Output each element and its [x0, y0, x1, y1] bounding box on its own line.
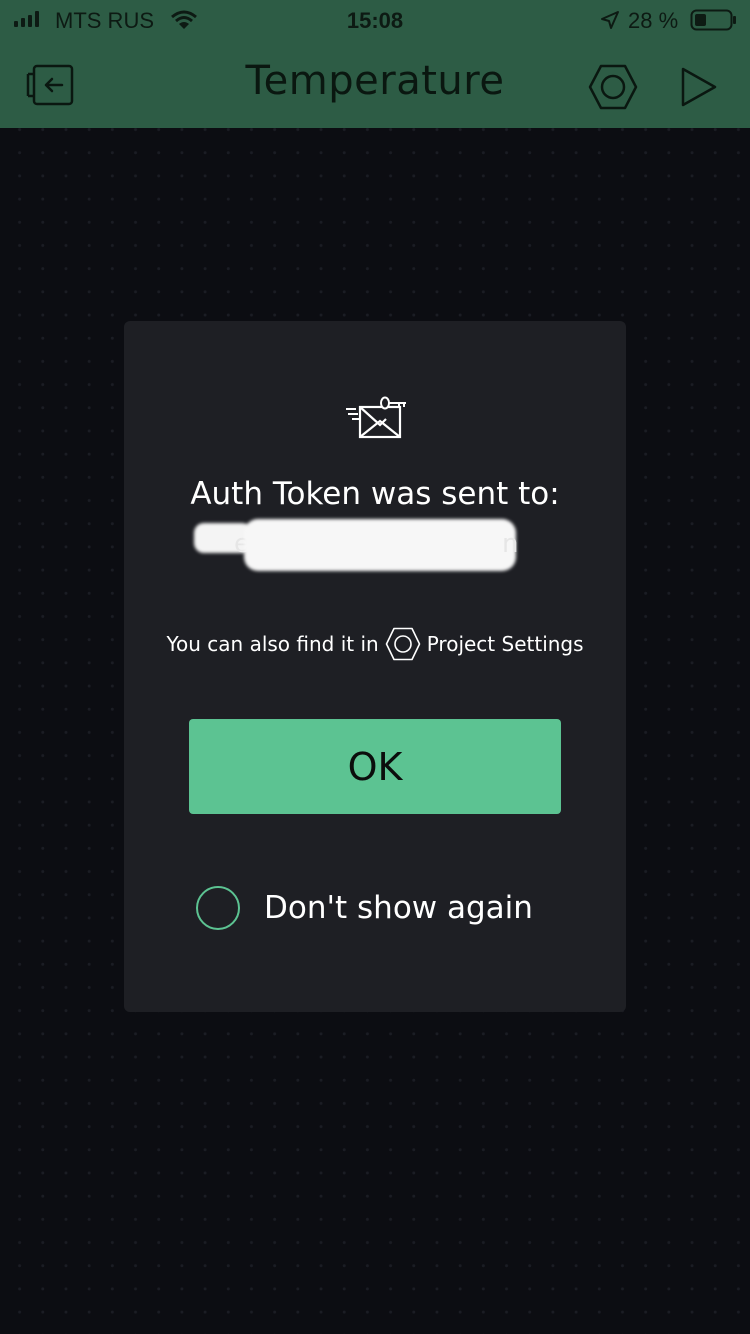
radio-circle-icon[interactable] — [196, 886, 240, 930]
dont-show-again-toggle[interactable]: Don't show again — [196, 886, 533, 930]
battery-icon — [690, 9, 736, 31]
hexagon-settings-icon — [385, 627, 421, 661]
status-bar: MTS RUS 15:08 28 % — [0, 0, 750, 40]
hint-prefix: You can also find it in — [166, 632, 379, 656]
ok-button[interactable]: OK — [189, 719, 561, 814]
dialog-title: Auth Token was sent to: — [190, 476, 560, 512]
location-arrow-icon — [601, 11, 619, 29]
auth-token-dialog: Auth Token was sent to: e n You can also… — [124, 321, 626, 1012]
settings-hint: You can also find it in Project Settings — [124, 627, 626, 661]
hexagon-settings-icon[interactable] — [588, 64, 638, 110]
mail-key-icon — [346, 396, 406, 439]
hint-suffix: Project Settings — [426, 632, 584, 656]
redacted-email: e n — [194, 519, 518, 571]
dont-show-again-label: Don't show again — [264, 890, 533, 926]
email-fragment-end: n — [502, 529, 519, 559]
play-icon[interactable] — [680, 66, 718, 108]
app-bar: Temperature — [0, 40, 750, 128]
battery-percent: 28 % — [628, 8, 679, 33]
